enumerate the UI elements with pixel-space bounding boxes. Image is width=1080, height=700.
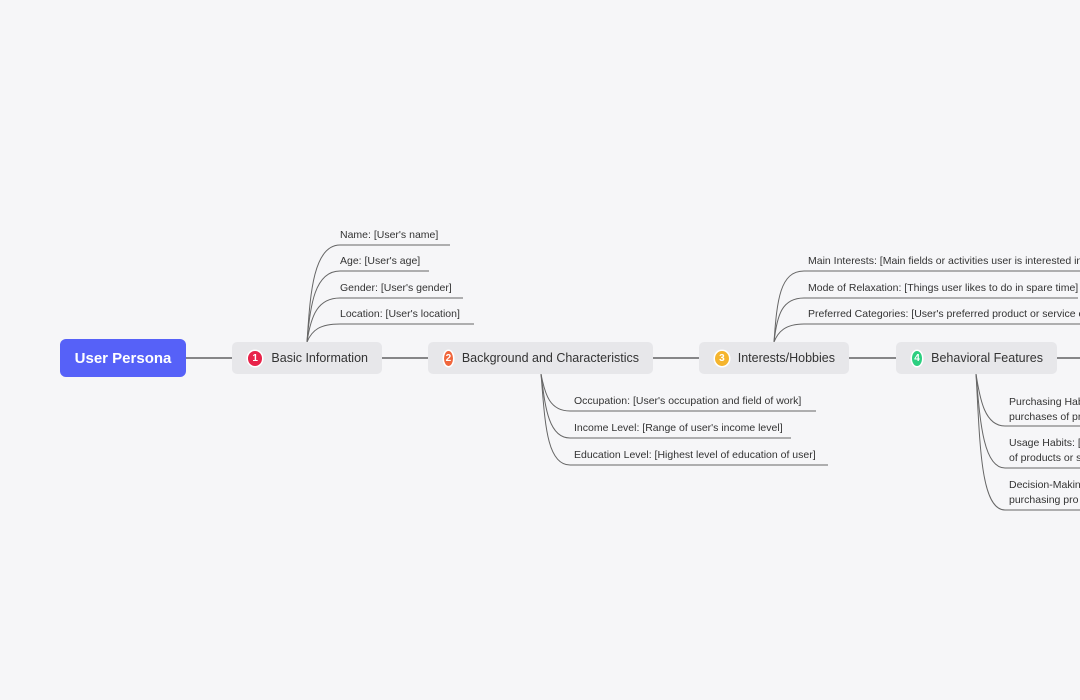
subtopic-name[interactable]: Name: [User's name]: [340, 229, 438, 241]
subtopic-line: purchases of pr: [1009, 411, 1080, 423]
branch-t1-c4: [306, 323, 474, 343]
root-label: User Persona: [74, 349, 172, 367]
number-badge-icon: 4: [912, 350, 923, 366]
number-badge-icon: 2: [444, 350, 453, 366]
number-badge-icon: 1: [248, 350, 263, 366]
topic-label: Behavioral Features: [931, 351, 1043, 365]
subtopic-age[interactable]: Age: [User's age]: [340, 255, 420, 267]
subtopic-line: Purchasing Hab: [1009, 396, 1080, 408]
number-badge-icon: 3: [715, 350, 729, 366]
topic-interests-hobbies[interactable]: 3 Interests/Hobbies: [699, 342, 849, 374]
topic-label: Basic Information: [271, 351, 368, 365]
branch-t1-c3: [306, 297, 463, 343]
subtopic-education-level[interactable]: Education Level: [Highest level of educa…: [574, 449, 816, 461]
branch-t3-c2: [773, 297, 1078, 343]
topic-background-characteristics[interactable]: 2 Background and Characteristics: [428, 342, 653, 374]
subtopic-preferred-categories[interactable]: Preferred Categories: [User's preferred …: [808, 308, 1080, 320]
subtopic-line: purchasing pro: [1009, 494, 1079, 506]
topic-behavioral-features[interactable]: 4 Behavioral Features: [896, 342, 1057, 374]
subtopic-line: Usage Habits: [: [1009, 437, 1080, 449]
subtopic-income-level[interactable]: Income Level: [Range of user's income le…: [574, 422, 783, 434]
topic-label: Background and Characteristics: [461, 351, 639, 365]
subtopic-purchasing-habits[interactable]: Purchasing Hab purchases of pr: [1009, 395, 1080, 425]
subtopic-line: Decision-Makin: [1009, 479, 1080, 491]
subtopic-main-interests[interactable]: Main Interests: [Main fields or activiti…: [808, 255, 1080, 267]
topic-basic-information[interactable]: 1 Basic Information: [232, 342, 382, 374]
subtopic-mode-of-relaxation[interactable]: Mode of Relaxation: [Things user likes t…: [808, 282, 1078, 294]
subtopic-location[interactable]: Location: [User's location]: [340, 308, 460, 320]
subtopic-usage-habits[interactable]: Usage Habits: [ of products or s: [1009, 436, 1080, 466]
subtopic-occupation[interactable]: Occupation: [User's occupation and field…: [574, 395, 801, 407]
subtopic-decision-making[interactable]: Decision-Makin purchasing pro: [1009, 478, 1080, 508]
branch-t3-c3: [773, 323, 1080, 343]
subtopic-gender[interactable]: Gender: [User's gender]: [340, 282, 452, 294]
topic-label: Interests/Hobbies: [737, 351, 835, 365]
subtopic-line: of products or s: [1009, 452, 1080, 464]
root-node[interactable]: User Persona: [60, 339, 186, 377]
